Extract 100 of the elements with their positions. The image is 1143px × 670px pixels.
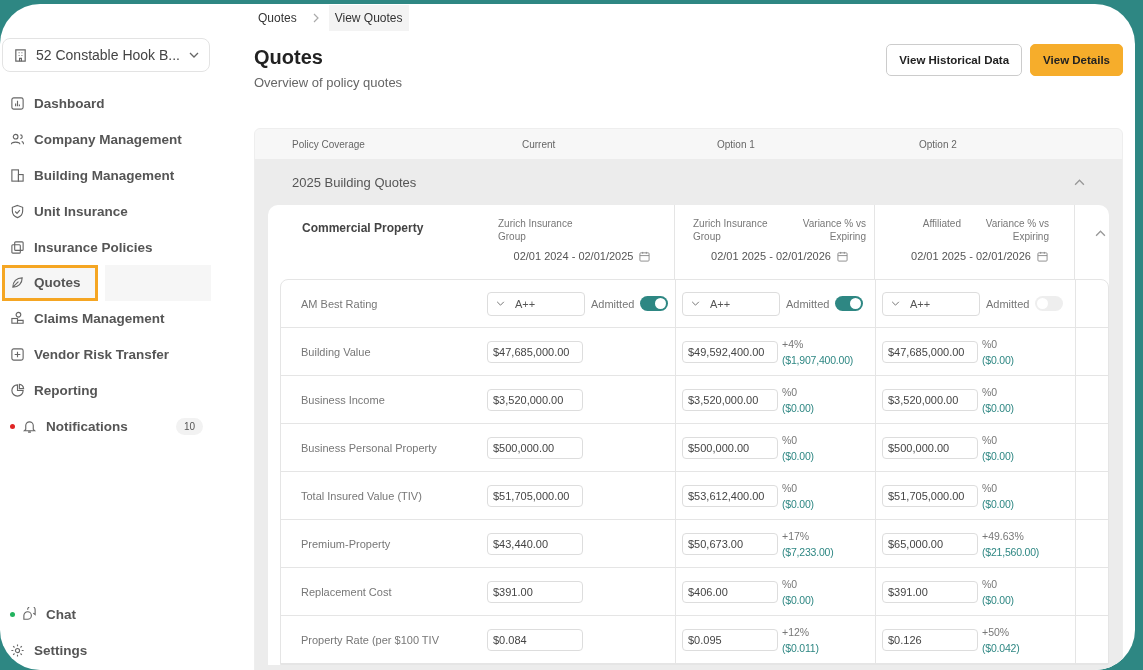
amount-field[interactable]: $51,705,000.00 bbox=[882, 484, 978, 507]
nav-item[interactable]: Reporting bbox=[2, 372, 217, 409]
variance-percent: %0 bbox=[782, 433, 799, 446]
toggle-label: Admitted bbox=[786, 297, 830, 310]
calendar-icon[interactable] bbox=[639, 250, 651, 262]
date-range: 02/01 2025 - 02/01/2026 bbox=[711, 250, 831, 262]
toggle-label: Admitted bbox=[986, 297, 1030, 310]
nav-item[interactable]: Company Management bbox=[2, 121, 217, 158]
amount-field[interactable]: $406.00 bbox=[682, 580, 778, 603]
row-label: Total Insured Value (TIV) bbox=[300, 488, 423, 504]
variance-label: Variance % vs Expiring bbox=[984, 217, 1049, 244]
variance-percent: %0 bbox=[982, 433, 999, 446]
amount-field[interactable]: $0.095 bbox=[682, 628, 778, 651]
admitted-toggle[interactable] bbox=[835, 296, 864, 311]
carrier-name: Zurich Insurance Group bbox=[498, 217, 574, 244]
variance-label: Variance % vs Expiring bbox=[801, 217, 866, 244]
breadcrumb-link[interactable]: Quotes bbox=[252, 5, 303, 31]
amount-field[interactable]: $65,000.00 bbox=[882, 532, 978, 555]
amount-field[interactable]: $51,705,000.00 bbox=[487, 484, 583, 507]
section-title: 2025 Building Quotes bbox=[292, 174, 417, 190]
variance-amount: ($0.00) bbox=[982, 593, 1014, 606]
nav-item[interactable]: Settings bbox=[2, 632, 217, 668]
nav-item[interactable]: Vendor Risk Transfer bbox=[2, 336, 217, 373]
carrier-name: Affiliated bbox=[921, 217, 961, 231]
rating-select[interactable]: A++ bbox=[682, 291, 780, 316]
row-label: Business Personal Property bbox=[300, 440, 438, 456]
variance-amount: ($7,233.00) bbox=[782, 545, 834, 558]
page-title: Quotes bbox=[254, 46, 324, 69]
variance-percent: %0 bbox=[782, 577, 799, 590]
row-label: Business Income bbox=[300, 392, 386, 408]
amount-field[interactable]: $0.126 bbox=[882, 628, 978, 651]
amount-field[interactable]: $391.00 bbox=[487, 580, 583, 603]
nav-item[interactable]: Insurance Policies bbox=[2, 229, 217, 265]
amount-field[interactable]: $391.00 bbox=[882, 580, 978, 603]
nav-item[interactable]: Chat bbox=[2, 596, 217, 633]
amount-field[interactable]: $500,000.00 bbox=[487, 436, 583, 459]
chevron-down-icon bbox=[891, 301, 900, 306]
rating-select[interactable]: A++ bbox=[487, 291, 585, 316]
amount-field[interactable]: $3,520,000.00 bbox=[682, 388, 778, 411]
amount-field[interactable]: $47,685,000.00 bbox=[882, 340, 978, 363]
amount-field[interactable]: $53,612,400.00 bbox=[682, 484, 778, 507]
variance-amount: ($0.00) bbox=[782, 593, 814, 606]
calendar-icon[interactable] bbox=[836, 250, 848, 262]
amount-field[interactable]: $500,000.00 bbox=[682, 436, 778, 459]
pie-chart-icon bbox=[10, 382, 25, 398]
column-header: Option 2 bbox=[918, 138, 958, 150]
carrier-name: Zurich Insurance Group bbox=[693, 217, 769, 244]
amount-field[interactable]: $43,440.00 bbox=[487, 532, 583, 555]
chevron-down-icon bbox=[189, 52, 199, 58]
nav-item[interactable]: Claims Management bbox=[2, 300, 217, 337]
amount-field[interactable]: $3,520,000.00 bbox=[487, 388, 583, 411]
amount-field[interactable]: $0.084 bbox=[487, 628, 583, 651]
variance-amount: ($0.00) bbox=[782, 401, 814, 414]
amount-field[interactable]: $500,000.00 bbox=[882, 436, 978, 459]
variance-amount: ($1,907,400.00) bbox=[782, 353, 854, 366]
chevron-up-icon[interactable] bbox=[1095, 230, 1106, 237]
amount-field[interactable]: $3,520,000.00 bbox=[882, 388, 978, 411]
copy-icon bbox=[10, 239, 25, 255]
shield-icon bbox=[10, 203, 25, 219]
plus-square-icon bbox=[10, 346, 25, 362]
variance-percent: %0 bbox=[782, 481, 799, 494]
calendar-icon[interactable] bbox=[1036, 250, 1048, 262]
variance-amount: ($0.00) bbox=[982, 449, 1014, 462]
variance-percent: +50% bbox=[982, 625, 1011, 638]
date-range: 02/01 2024 - 02/01/2025 bbox=[513, 250, 634, 262]
row-label: Replacement Cost bbox=[300, 584, 393, 600]
nav-item[interactable]: Dashboard bbox=[2, 86, 217, 122]
page-subtitle: Overview of policy quotes bbox=[254, 75, 403, 90]
coverage-title: Commercial Property bbox=[301, 220, 425, 237]
building-icon bbox=[13, 47, 28, 63]
bell-icon bbox=[22, 418, 37, 434]
variance-percent: %0 bbox=[982, 577, 999, 590]
variance-amount: ($0.00) bbox=[982, 353, 1014, 366]
nav-item[interactable]: Unit Insurance bbox=[2, 193, 217, 230]
variance-amount: ($21,560.00) bbox=[982, 545, 1040, 558]
nav-item[interactable]: Building Management bbox=[2, 157, 217, 194]
variance-amount: ($0.00) bbox=[982, 497, 1014, 510]
chevron-down-icon bbox=[691, 301, 700, 306]
amount-field[interactable]: $47,685,000.00 bbox=[487, 340, 583, 363]
variance-amount: ($0.00) bbox=[982, 401, 1014, 414]
variance-amount: ($0.011) bbox=[782, 641, 819, 654]
variance-percent: %0 bbox=[982, 481, 999, 494]
amount-field[interactable]: $49,592,400.00 bbox=[682, 340, 778, 363]
toggle-label: Admitted bbox=[591, 297, 635, 310]
variance-percent: %0 bbox=[782, 385, 799, 398]
variance-percent: %0 bbox=[982, 337, 999, 350]
details-button[interactable]: View Details bbox=[1030, 44, 1123, 76]
breadcrumb-link[interactable]: View Quotes bbox=[328, 5, 409, 31]
chart-icon bbox=[10, 96, 25, 112]
building-selector[interactable]: 52 Constable Hook B... bbox=[2, 38, 210, 72]
nav-item[interactable]: Notifications 10 bbox=[2, 408, 217, 444]
row-label: Property Rate (per $100 TIV bbox=[300, 632, 440, 648]
rating-select[interactable]: A++ bbox=[882, 291, 980, 316]
amount-field[interactable]: $50,673.00 bbox=[682, 532, 778, 555]
chevron-up-icon[interactable] bbox=[1074, 178, 1085, 186]
chevron-down-icon bbox=[496, 301, 505, 306]
variance-percent: +49.63% bbox=[982, 529, 1025, 542]
historical-data-button[interactable]: View Historical Data bbox=[886, 44, 1023, 76]
variance-percent: %0 bbox=[982, 385, 999, 398]
admitted-toggle[interactable] bbox=[640, 296, 669, 311]
